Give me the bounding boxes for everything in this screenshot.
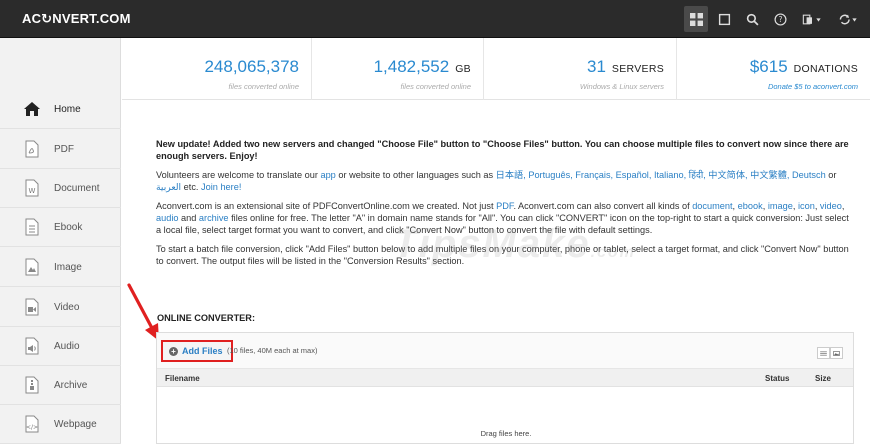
pdf-file-icon <box>24 140 40 158</box>
update-notice: New update! Added two new servers and ch… <box>156 139 849 162</box>
site-logo[interactable]: AC↻NVERT.COM <box>22 11 131 27</box>
sidebar-item-ebook[interactable]: Ebook <box>0 208 121 247</box>
sidebar-item-archive[interactable]: Archive <box>0 366 121 405</box>
sidebar-item-video[interactable]: Video <box>0 288 121 327</box>
view-toggle <box>817 347 843 359</box>
stat-unit: DONATIONS <box>793 63 858 75</box>
column-filename: Filename <box>165 374 200 383</box>
stat-caption: files converted online <box>228 82 299 91</box>
sidebar-item-label: Document <box>54 182 100 194</box>
list-view-icon[interactable] <box>817 347 830 359</box>
text: Aconvert.com is an extensional site of P… <box>156 200 497 211</box>
image-link[interactable]: image <box>768 201 793 211</box>
word-document-icon: W <box>24 179 40 197</box>
archive-link[interactable]: archive <box>199 213 229 223</box>
stat-number: 1,482,552 <box>373 57 450 76</box>
text: . Aconvert.com can also convert all kind… <box>513 200 693 211</box>
stat-caption: files converted online <box>400 82 471 91</box>
text: and <box>178 213 199 224</box>
online-converter-heading: ONLINE CONVERTER: <box>157 313 256 323</box>
translate-paragraph: Volunteers are welcome to translate our … <box>156 169 856 194</box>
stat-unit: GB <box>455 63 471 75</box>
audio-file-icon <box>24 337 40 355</box>
stats-bar: 248,065,378 files converted online 1,482… <box>122 38 870 100</box>
home-icon <box>24 100 40 118</box>
sidebar-item-label: Webpage <box>54 418 97 430</box>
sidebar-item-home[interactable]: Home <box>0 90 121 129</box>
sidebar-item-label: Home <box>54 103 81 115</box>
help-icon[interactable]: ? <box>768 6 792 32</box>
sidebar-item-label: Ebook <box>54 221 83 233</box>
window-icon[interactable] <box>712 6 736 32</box>
stat-number: 248,065,378 <box>204 57 299 76</box>
plus-circle-icon: + <box>169 346 178 356</box>
column-size: Size <box>815 374 832 383</box>
add-files-button[interactable]: + Add Files <box>161 340 233 362</box>
sidebar-item-document[interactable]: W Document <box>0 169 121 208</box>
toolbar-icons: ? <box>684 6 864 32</box>
video-link[interactable]: video <box>820 201 842 211</box>
stat-number: $615 <box>749 57 788 76</box>
app-link[interactable]: app <box>320 170 335 180</box>
icon-link[interactable]: icon <box>798 201 815 211</box>
add-files-label: Add Files <box>182 346 223 356</box>
sidebar-item-label: Video <box>54 301 80 313</box>
search-icon[interactable] <box>740 6 764 32</box>
sidebar-item-webpage[interactable]: </> Webpage <box>0 405 121 444</box>
archive-file-icon <box>24 376 40 394</box>
sidebar-item-label: PDF <box>54 143 74 155</box>
stat-gb-converted: 1,482,552 GB files converted online <box>312 38 484 100</box>
converter-toolbar: + Add Files (10 files, 40M each at max) <box>157 333 853 369</box>
column-status: Status <box>765 374 790 383</box>
stat-number: 31 <box>586 57 606 76</box>
sidebar: Home PDF W Document Ebook Image Video Au… <box>0 38 121 444</box>
ebook-link[interactable]: ebook <box>738 201 763 211</box>
text: Volunteers are welcome to translate our <box>156 169 321 180</box>
watermark: TipsMake.com <box>393 222 636 267</box>
file-limit-text: (10 files, 40M each at max) <box>227 346 318 355</box>
join-here-link[interactable]: Join here! <box>201 182 241 192</box>
sidebar-item-audio[interactable]: Audio <box>0 327 121 366</box>
text: etc. <box>181 182 202 193</box>
stat-donations: $615 DONATIONS Donate $5 to aconvert.com <box>677 38 870 100</box>
grid-icon[interactable] <box>684 6 708 32</box>
sidebar-item-label: Archive <box>54 379 88 391</box>
text: or <box>825 169 837 180</box>
image-file-icon <box>24 258 40 276</box>
donate-link[interactable]: Donate $5 to aconvert.com <box>768 82 858 91</box>
top-navbar: AC↻NVERT.COM ? <box>0 0 870 38</box>
arabic-link[interactable]: العربية <box>156 182 181 192</box>
sidebar-item-label: Audio <box>54 340 80 352</box>
ebook-icon <box>24 218 40 236</box>
watermark-suffix: .com <box>590 244 636 261</box>
thumbnail-view-icon[interactable] <box>830 347 843 359</box>
text: or website to other languages such as <box>335 169 496 180</box>
svg-text:W: W <box>29 187 36 195</box>
webpage-file-icon: </> <box>24 415 40 433</box>
drop-zone-text[interactable]: Drag files here. <box>157 429 855 438</box>
stat-caption: Windows & Linux servers <box>579 82 664 91</box>
convert-refresh-icon[interactable] <box>832 6 864 32</box>
sidebar-item-label: Image <box>54 261 82 273</box>
svg-text:?: ? <box>778 15 782 24</box>
stat-unit: SERVERS <box>611 63 664 75</box>
text: , <box>841 200 845 211</box>
document-link[interactable]: document <box>692 201 732 211</box>
language-icon[interactable] <box>796 6 828 32</box>
video-file-icon <box>24 298 40 316</box>
stat-servers: 31 SERVERS Windows & Linux servers <box>484 38 677 100</box>
languages-links[interactable]: 日本語, Português, Français, Español, Itali… <box>496 170 826 180</box>
sidebar-item-image[interactable]: Image <box>0 248 121 287</box>
file-table-header: Filename Status Size <box>157 369 853 387</box>
online-converter-panel: + Add Files (10 files, 40M each at max) … <box>156 332 854 444</box>
audio-link[interactable]: audio <box>156 213 178 223</box>
sidebar-item-pdf[interactable]: PDF <box>0 130 121 169</box>
watermark-text: TipsMake <box>393 222 591 266</box>
stat-files-converted: 248,065,378 files converted online <box>122 38 312 100</box>
pdf-link[interactable]: PDF <box>496 201 513 211</box>
svg-text:</>: </> <box>26 424 38 431</box>
